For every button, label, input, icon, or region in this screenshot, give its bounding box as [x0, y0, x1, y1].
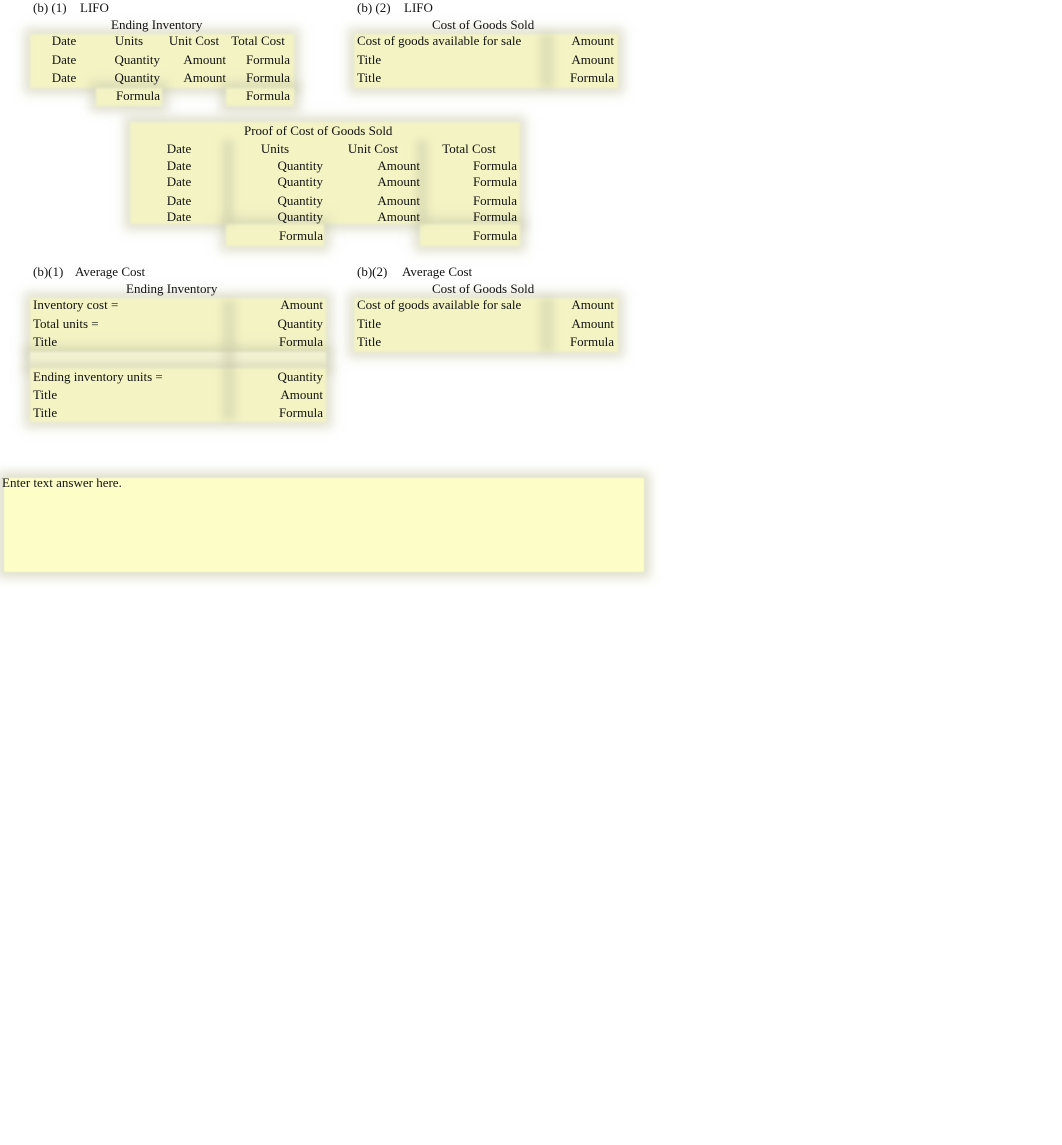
- avg-cogs-row2-label[interactable]: Title: [357, 316, 381, 332]
- lifo-cogs-row3-value[interactable]: Formula: [540, 70, 614, 86]
- lifo-ending-title: Ending Inventory: [111, 17, 203, 32]
- avg-ending-title: Ending Inventory: [126, 281, 218, 296]
- lifo-cogs-method: LIFO: [404, 0, 433, 15]
- avg-cogs-row1-value[interactable]: Amount: [540, 297, 614, 313]
- avg-ending-row6-label[interactable]: Title: [33, 387, 57, 403]
- avg-ending-row1-value[interactable]: Amount: [230, 297, 323, 313]
- proof-header-unit-cost: Unit Cost: [347, 141, 399, 156]
- proof-row3-units[interactable]: Quantity: [230, 193, 324, 209]
- proof-row4-total[interactable]: Formula: [424, 209, 517, 225]
- proof-row1-unit-cost[interactable]: Amount: [326, 158, 420, 174]
- lifo-ending-row1-total[interactable]: Formula: [226, 52, 290, 68]
- lifo-ending-row2-total[interactable]: Formula: [226, 70, 290, 86]
- lifo-ending-header-total-cost: Total Cost: [231, 33, 285, 48]
- lifo-ending-section-label: (b) (1): [33, 0, 67, 15]
- avg-cogs-title: Cost of Goods Sold: [432, 281, 535, 296]
- lifo-cogs-row3-label[interactable]: Title: [357, 70, 381, 86]
- proof-row2-date[interactable]: Date: [150, 174, 208, 190]
- avg-ending-row6-value[interactable]: Amount: [230, 387, 323, 403]
- avg-ending-row5-value[interactable]: Quantity: [230, 369, 324, 385]
- lifo-cogs-title: Cost of Goods Sold: [432, 17, 535, 32]
- lifo-ending-total-cost[interactable]: Formula: [226, 88, 290, 104]
- lifo-cogs-row1-value[interactable]: Amount: [540, 33, 614, 49]
- proof-row4-unit-cost[interactable]: Amount: [326, 209, 420, 225]
- proof-row1-date[interactable]: Date: [150, 158, 208, 174]
- proof-row1-units[interactable]: Quantity: [230, 158, 324, 174]
- lifo-ending-row2-units[interactable]: Quantity: [96, 70, 161, 86]
- proof-header-units: Units: [260, 141, 290, 156]
- avg-ending-row5-label[interactable]: Ending inventory units =: [33, 369, 163, 385]
- lifo-ending-row2-date[interactable]: Date: [40, 70, 88, 86]
- avg-cogs-row1-label[interactable]: Cost of goods available for sale: [357, 297, 521, 313]
- lifo-ending-row1-date[interactable]: Date: [40, 52, 88, 68]
- text-answer-box[interactable]: [4, 478, 644, 572]
- proof-row2-units[interactable]: Quantity: [230, 174, 324, 190]
- avg-ending-row7-label[interactable]: Title: [33, 405, 57, 421]
- lifo-cogs-section-label: (b) (2): [357, 0, 391, 15]
- avg-ending-row1-label[interactable]: Inventory cost =: [33, 297, 118, 313]
- proof-row3-total[interactable]: Formula: [424, 193, 517, 209]
- proof-row3-date[interactable]: Date: [150, 193, 208, 209]
- lifo-cogs-row2-label[interactable]: Title: [357, 52, 381, 68]
- proof-row4-date[interactable]: Date: [150, 209, 208, 225]
- avg-ending-row3-label[interactable]: Title: [33, 334, 57, 350]
- avg-cogs-row3-label[interactable]: Title: [357, 334, 381, 350]
- proof-total-cost[interactable]: Formula: [424, 228, 517, 244]
- proof-header-date: Date: [166, 141, 192, 156]
- proof-total-units[interactable]: Formula: [230, 228, 323, 244]
- lifo-cogs-row1-label[interactable]: Cost of goods available for sale: [357, 33, 521, 49]
- avg-ending-section-label: (b)(1): [33, 264, 64, 279]
- proof-title: Proof of Cost of Goods Sold: [244, 123, 393, 138]
- lifo-ending-row2-unit-cost[interactable]: Amount: [162, 70, 226, 86]
- lifo-ending-header-unit-cost: Unit Cost: [168, 33, 220, 48]
- avg-cogs-method: Average Cost: [402, 264, 473, 279]
- proof-row2-total[interactable]: Formula: [424, 174, 517, 190]
- avg-ending-row2-value[interactable]: Quantity: [230, 316, 324, 332]
- lifo-ending-method: LIFO: [80, 0, 109, 15]
- proof-row3-unit-cost[interactable]: Amount: [326, 193, 420, 209]
- avg-cogs-section-label: (b)(2): [357, 264, 388, 279]
- avg-ending-row7-value[interactable]: Formula: [230, 405, 323, 421]
- proof-header-total-cost: Total Cost: [442, 141, 496, 156]
- avg-cogs-row3-value[interactable]: Formula: [540, 334, 614, 350]
- avg-cogs-row2-value[interactable]: Amount: [540, 316, 614, 332]
- lifo-ending-header-date: Date: [51, 33, 77, 48]
- text-answer-placeholder[interactable]: Enter text answer here.: [2, 475, 122, 491]
- lifo-cogs-row2-value[interactable]: Amount: [540, 52, 614, 68]
- avg-ending-method: Average Cost: [75, 264, 146, 279]
- proof-row4-units[interactable]: Quantity: [230, 209, 324, 225]
- proof-row2-unit-cost[interactable]: Amount: [326, 174, 420, 190]
- avg-ending-row3-value[interactable]: Formula: [230, 334, 323, 350]
- lifo-ending-header-units: Units: [114, 33, 144, 48]
- lifo-ending-row1-units[interactable]: Quantity: [96, 52, 161, 68]
- lifo-ending-row1-unit-cost[interactable]: Amount: [162, 52, 226, 68]
- avg-ending-row2-label[interactable]: Total units =: [33, 316, 99, 332]
- proof-row1-total[interactable]: Formula: [424, 158, 517, 174]
- lifo-ending-total-units[interactable]: Formula: [96, 88, 160, 104]
- avg-ending-inventory-spacer: [30, 352, 326, 368]
